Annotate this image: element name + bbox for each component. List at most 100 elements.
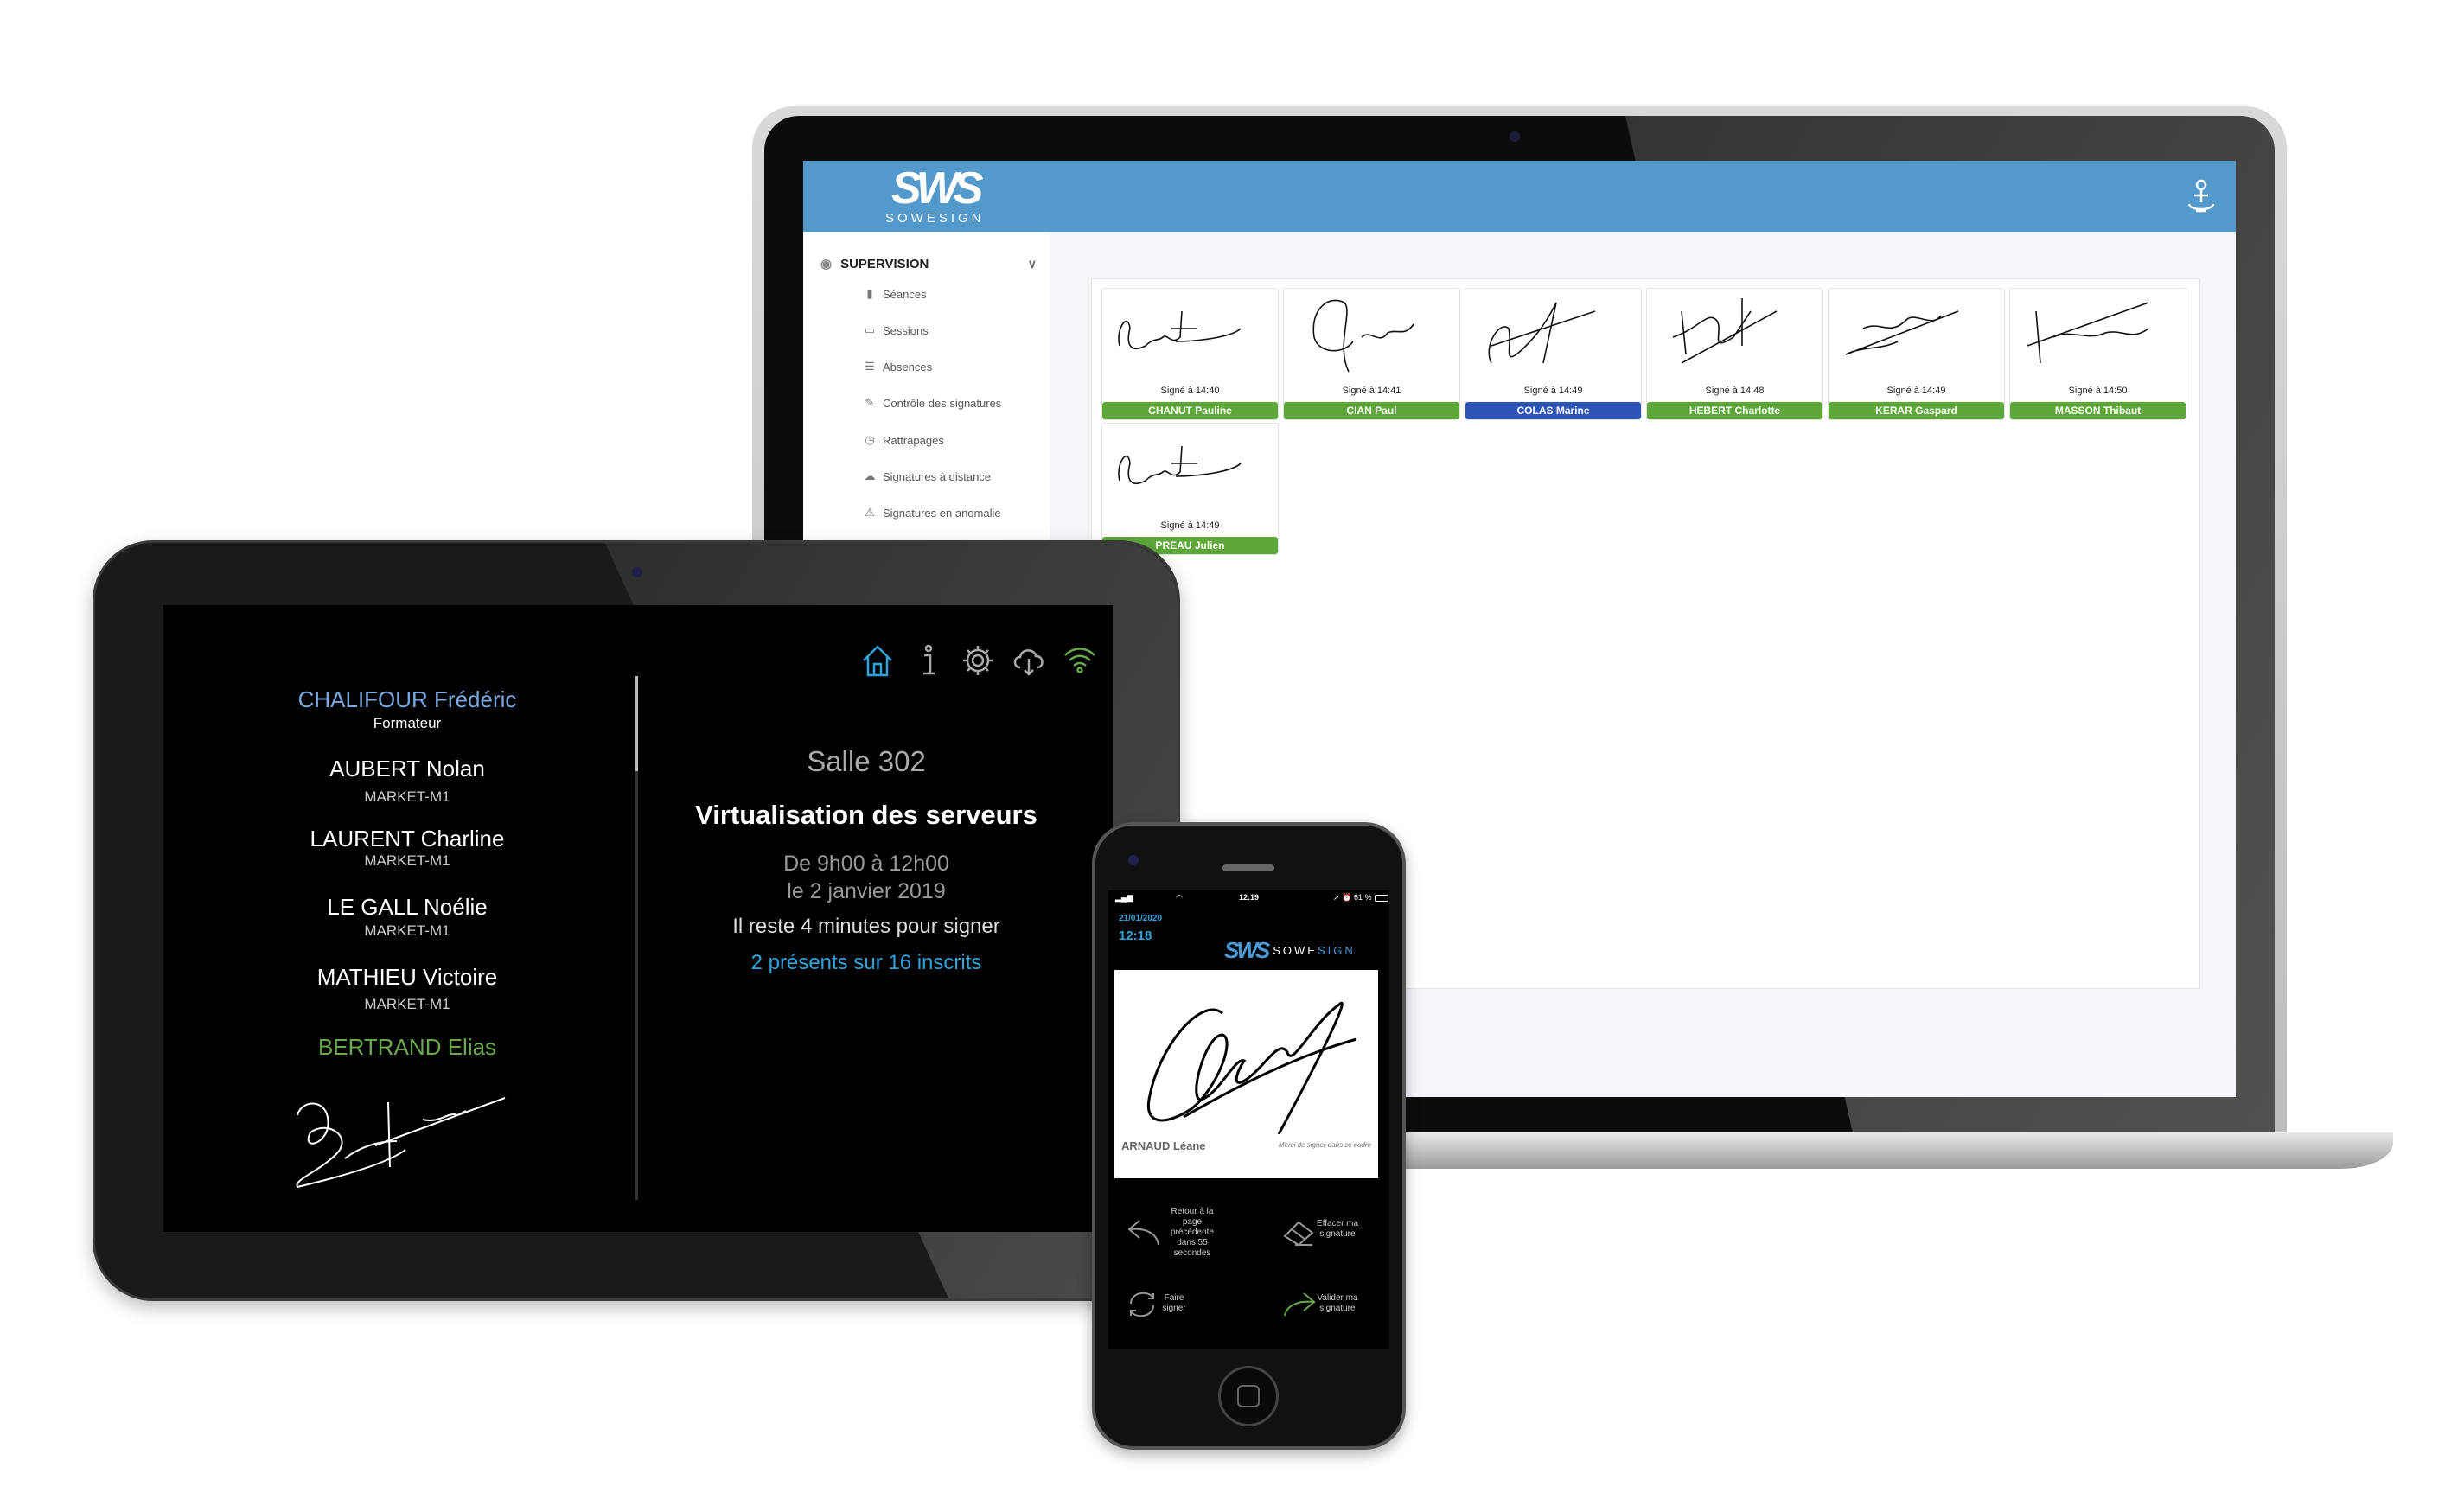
course-title: Virtualisation des serveurs <box>695 800 1037 830</box>
room-label: Salle 302 <box>807 745 926 777</box>
tablet-camera <box>632 567 642 577</box>
signature-drawing <box>1146 1001 1357 1134</box>
attendee-group: MARKET-M1 <box>364 922 450 939</box>
sidebar-item-label: Séances <box>883 287 927 301</box>
attendance-count: 2 présents sur 16 inscrits <box>750 951 982 974</box>
sidebar-item-absences[interactable]: ☰ Absences <box>864 360 932 373</box>
phone-speaker <box>1222 864 1274 871</box>
eraser-icon[interactable] <box>1283 1219 1316 1247</box>
attendee-name[interactable]: LAURENT Charline <box>310 826 505 852</box>
phone-date: 21/01/2020 <box>1119 914 1163 923</box>
remaining-time: Il reste 4 minutes pour signer <box>732 915 1000 938</box>
session-time: De 9h00 à 12h00 <box>783 852 949 876</box>
session-date: le 2 janvier 2019 <box>787 879 946 903</box>
switch-signer-button[interactable]: Faire signer <box>1157 1293 1191 1314</box>
signature-pad[interactable]: ARNAUD Léane Merci de signer dans ce cad… <box>1114 970 1378 1178</box>
chevron-down-icon: ∨ <box>1027 256 1037 271</box>
attendee-list-scrollbar[interactable] <box>635 676 638 1200</box>
back-arrow-icon[interactable] <box>1127 1217 1162 1247</box>
attendee-group: MARKET-M1 <box>364 996 450 1012</box>
sidebar-item-label: Absences <box>883 360 933 373</box>
erase-signature-button[interactable]: Effacer ma signature <box>1316 1219 1359 1240</box>
validate-arrow-icon[interactable] <box>1283 1290 1316 1317</box>
sidebar-item-seances[interactable]: ▮ Séances <box>864 287 927 301</box>
eye-icon: ◉ <box>820 257 833 271</box>
sidebar-item-label: Rattrapages <box>883 433 944 447</box>
signature-card[interactable]: Signé à 14:50 MASSON Thibaut <box>2009 288 2186 420</box>
signed-time: Signé à 14:40 <box>1160 386 1220 396</box>
signature-drawing <box>1672 298 1778 364</box>
refresh-icon[interactable] <box>1127 1290 1157 1319</box>
signature-drawing <box>1488 302 1596 364</box>
status-time: 12:19 <box>1239 893 1260 902</box>
attendee-name-badge: HEBERT Charlotte <box>1647 402 1822 419</box>
sidebar-item-label: Signatures en anomalie <box>883 506 1001 520</box>
attendee-name-badge: MASSON Thibaut <box>2010 402 2186 419</box>
wifi-icon: ◠ <box>1176 893 1183 902</box>
logo-mark: SWS <box>1224 937 1270 963</box>
signing-attendee-name[interactable]: BERTRAND Elias <box>318 1034 496 1061</box>
signature-card[interactable]: Signé à 14:41 CIAN Paul <box>1283 288 1460 420</box>
home-icon[interactable] <box>860 643 895 678</box>
app-header: SWS SOWESIGN <box>803 161 2236 232</box>
signature-card[interactable]: Signé à 14:48 HEBERT Charlotte <box>1646 288 1823 420</box>
signature-card[interactable]: Signé à 14:40 CHANUT Pauline <box>1101 288 1279 420</box>
signature-drawing <box>1312 299 1414 373</box>
sidebar-item-anomalie[interactable]: ⚠ Signatures en anomalie <box>864 506 1001 520</box>
phone-camera <box>1128 855 1139 865</box>
signed-time: Signé à 14:48 <box>1705 386 1765 396</box>
status-bar: ▂▄▆ ◠ 12:19 ➚ ⏰ 61 % <box>1115 893 1388 905</box>
sidebar-item-rattrapages[interactable]: ◷ Rattrapages <box>864 433 944 447</box>
signature-hint: Merci de signer dans ce cadre <box>1278 1141 1371 1149</box>
sidebar-item-controle[interactable]: ✎ Contrôle des signatures <box>864 396 1002 410</box>
attendee-name-badge: CHANUT Pauline <box>1102 402 1278 419</box>
sidebar-item-label: Signatures à distance <box>883 469 992 483</box>
calendar-icon: ▭ <box>864 323 876 336</box>
trainer-name: CHALIFOUR Frédéric <box>297 686 517 712</box>
signed-time: Signé à 14:49 <box>1886 386 1946 396</box>
attendee-name[interactable]: AUBERT Nolan <box>329 756 485 782</box>
list-icon: ☰ <box>865 360 875 373</box>
trainer-role: Formateur <box>373 715 442 731</box>
logo-mark: SWS <box>891 163 983 214</box>
signature-drawing <box>296 1097 506 1189</box>
wifi-icon[interactable] <box>1063 643 1097 678</box>
battery-icon <box>1375 895 1388 902</box>
pen-icon: ✎ <box>865 396 875 409</box>
attendee-name-badge: COLAS Marine <box>1465 402 1641 419</box>
signature-card[interactable]: Signé à 14:49 PREAU Julien <box>1101 423 1279 555</box>
sidebar-section-supervision[interactable]: ◉ SUPERVISION ∨ <box>820 256 1037 272</box>
cloud-download-icon[interactable] <box>1012 643 1046 678</box>
back-countdown[interactable]: Retour à la page précédente dans 55 seco… <box>1162 1207 1222 1259</box>
sowesign-logo[interactable]: SWS SOWESIGN <box>885 166 985 226</box>
validate-signature-button[interactable]: Valider ma signature <box>1316 1293 1359 1314</box>
sidebar-item-distance[interactable]: ☁ Signatures à distance <box>864 469 992 483</box>
attendee-name[interactable]: MATHIEU Victoire <box>317 964 498 991</box>
signed-time: Signé à 14:50 <box>2068 386 2128 396</box>
logo-word-b: SIGN <box>1317 944 1356 957</box>
signature-drawing <box>2027 302 2149 364</box>
attendee-name[interactable]: LE GALL Noélie <box>327 894 487 921</box>
warning-icon: ⚠ <box>865 506 875 519</box>
battery-level: 61 % <box>1354 893 1372 902</box>
signature-card[interactable]: Signé à 14:49 KERAR Gaspard <box>1828 288 2005 420</box>
home-button[interactable] <box>1218 1366 1279 1426</box>
attendee-group: MARKET-M1 <box>364 852 450 869</box>
scrollbar-thumb[interactable] <box>635 676 638 771</box>
logo-word-a: SOWE <box>1273 944 1318 957</box>
signal-icon: ▂▄▆ <box>1115 893 1133 902</box>
user-icon[interactable] <box>2184 178 2218 216</box>
signature-drawing <box>1118 310 1242 349</box>
sidebar-item-label: Contrôle des signatures <box>883 396 1002 410</box>
info-icon[interactable] <box>911 643 946 678</box>
logo-word: SOWESIGN <box>1273 944 1356 957</box>
sidebar-item-sessions[interactable]: ▭ Sessions <box>864 323 929 337</box>
signature-card[interactable]: Signé à 14:49 COLAS Marine <box>1465 288 1642 420</box>
gear-icon[interactable] <box>961 643 995 678</box>
phone-screen: ▂▄▆ ◠ 12:19 ➚ ⏰ 61 % 21/01/2020 12:18 SW… <box>1108 890 1389 1349</box>
attendee-name-badge: KERAR Gaspard <box>1829 402 2004 419</box>
sowesign-logo: SWS SOWESIGN <box>1224 937 1356 964</box>
signature-drawing <box>1845 310 1959 355</box>
attendee-group: MARKET-M1 <box>364 788 450 805</box>
signer-name: ARNAUD Léane <box>1121 1139 1206 1152</box>
